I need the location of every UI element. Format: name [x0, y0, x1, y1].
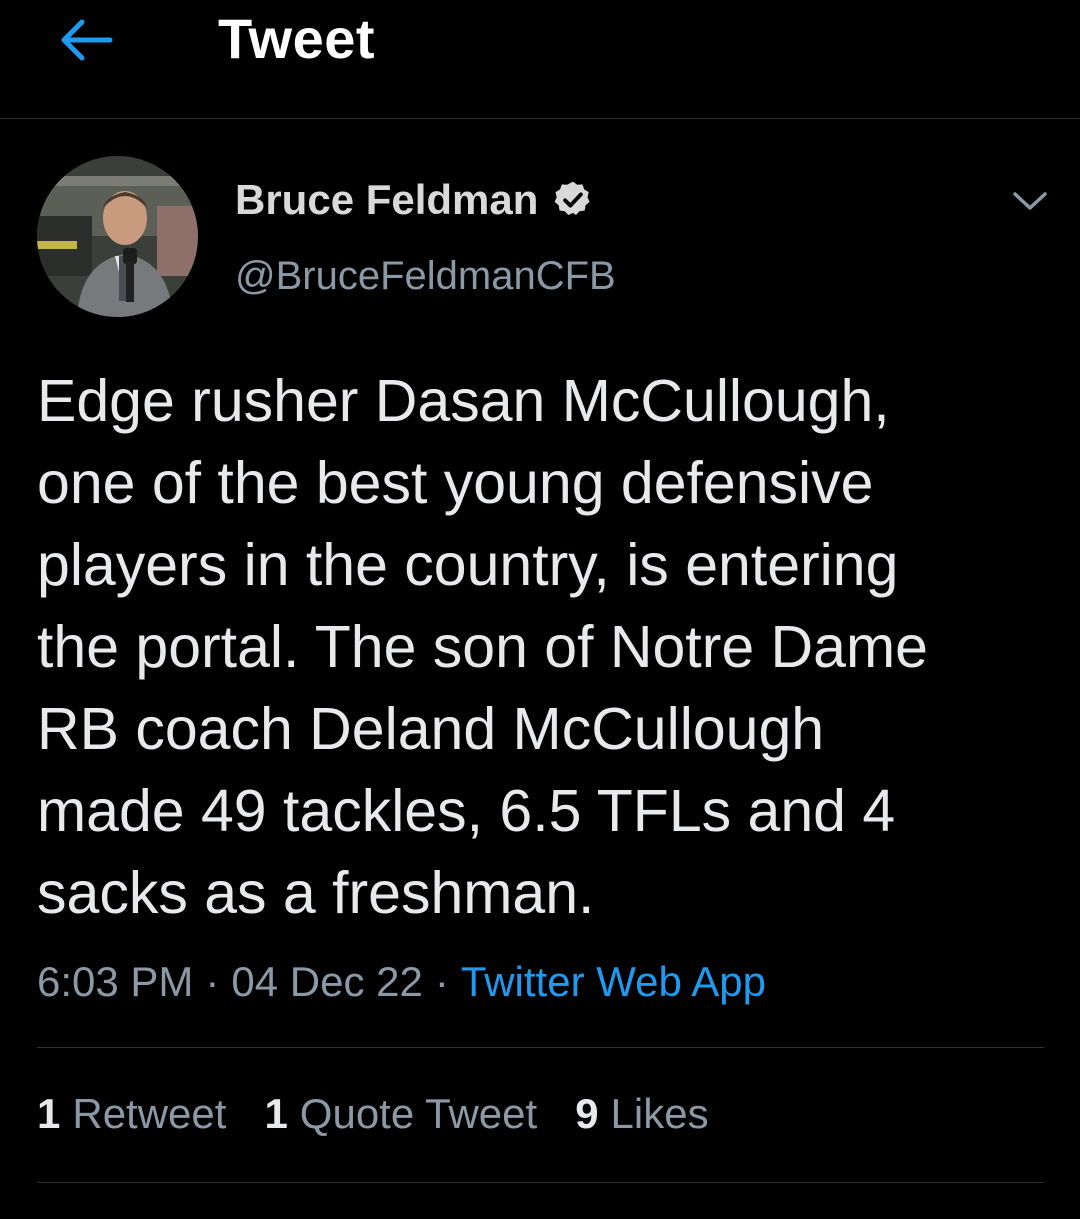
tweet-time: 6:03 PM: [37, 958, 194, 1005]
divider: [37, 1182, 1044, 1183]
tweet-date: 04 Dec 22: [231, 958, 423, 1005]
tweet-text: Edge rusher Dasan McCullough, one of the…: [37, 368, 928, 926]
retweets-count: 1: [37, 1090, 61, 1137]
retweets-label: Retweet: [72, 1090, 227, 1137]
tweet-source-link[interactable]: Twitter Web App: [461, 958, 766, 1006]
divider: [37, 1047, 1044, 1048]
likes-label: Likes: [610, 1090, 709, 1137]
arrow-left-icon: [61, 19, 113, 61]
tweet-meta: 6:03 PM · 04 Dec 22 · Twitter Web App: [37, 958, 766, 1006]
meta-separator: ·: [434, 958, 449, 1005]
page-title: Tweet: [218, 7, 376, 70]
top-bar: Tweet: [0, 0, 1080, 119]
retweets-stat[interactable]: 1 Retweet: [37, 1090, 226, 1138]
quote-tweets-count: 1: [264, 1090, 288, 1137]
meta-separator: ·: [205, 958, 220, 1005]
avatar[interactable]: [37, 156, 198, 317]
verified-badge-icon: [555, 181, 591, 216]
quote-tweets-label: Quote Tweet: [299, 1090, 538, 1137]
likes-count: 9: [575, 1090, 599, 1137]
tweet-stats: 1 Retweet 1 Quote Tweet 9 Likes: [37, 1090, 709, 1138]
more-options-button[interactable]: [1008, 182, 1052, 220]
author-name[interactable]: Bruce Feldman: [235, 176, 594, 224]
quote-tweets-stat[interactable]: 1 Quote Tweet: [264, 1090, 537, 1138]
author-handle[interactable]: @BruceFeldmanCFB: [235, 254, 616, 299]
back-button[interactable]: [55, 12, 117, 68]
likes-stat[interactable]: 9 Likes: [575, 1090, 708, 1138]
author-name-label: Bruce Feldman: [235, 176, 539, 223]
chevron-down-icon: [1013, 192, 1047, 210]
